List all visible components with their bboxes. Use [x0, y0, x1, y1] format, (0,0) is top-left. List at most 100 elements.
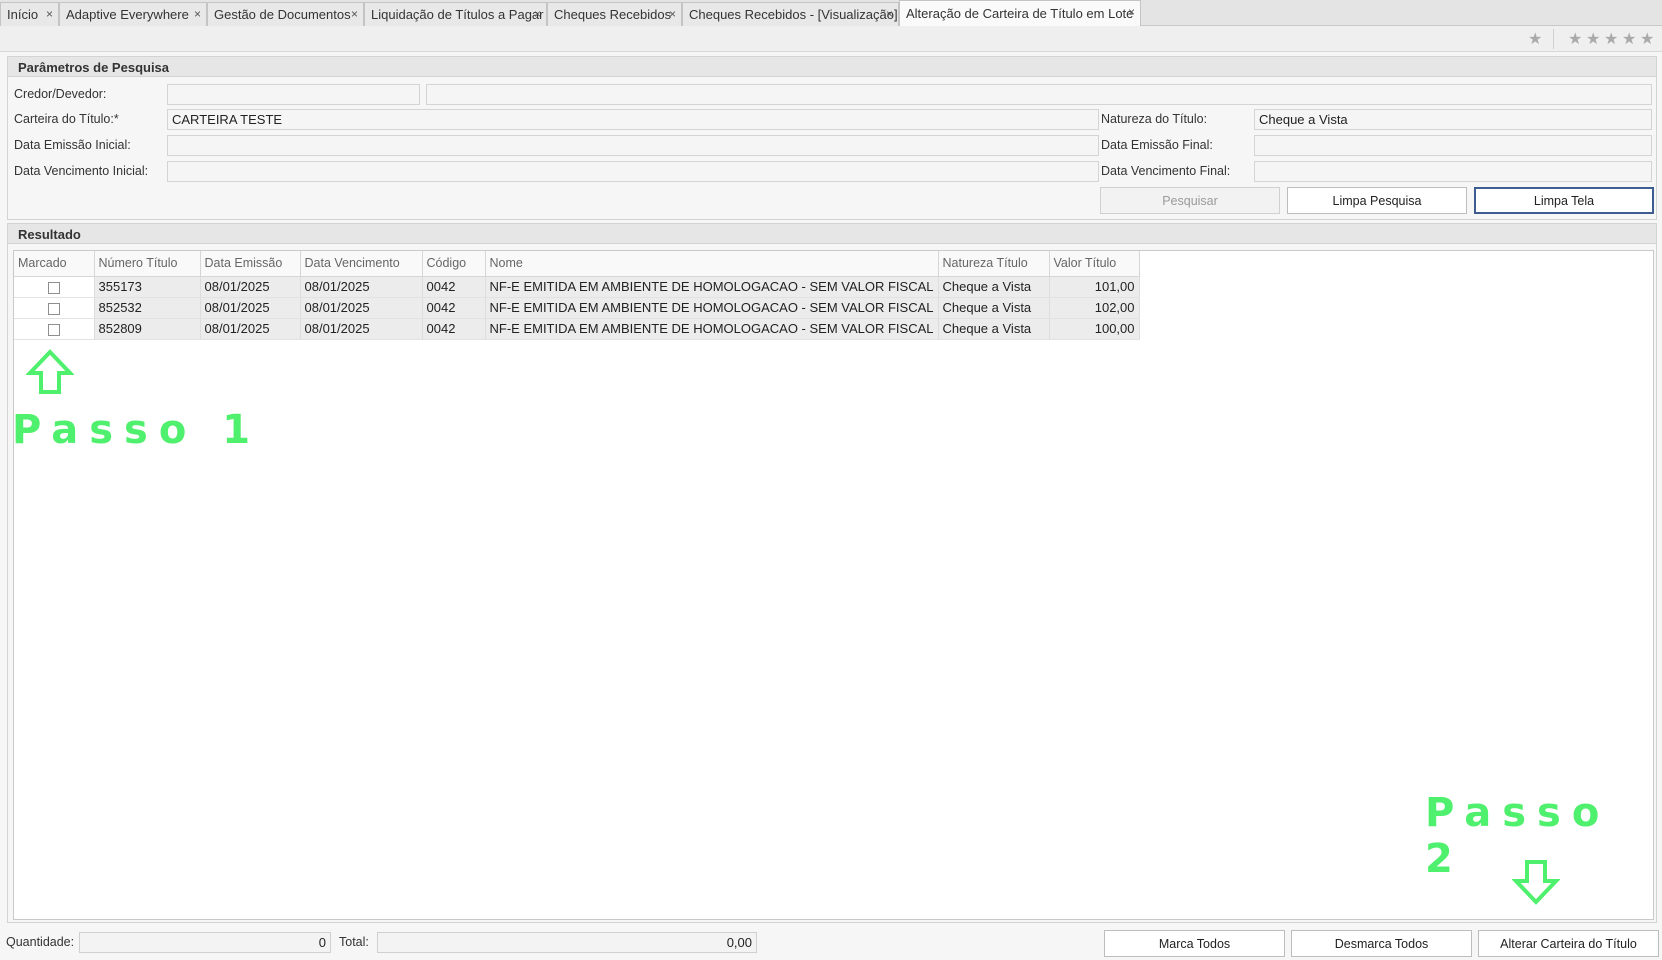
rating-star-icon[interactable]: ★	[1640, 29, 1654, 49]
row-checkbox[interactable]	[47, 323, 60, 336]
tab-label: Cheques Recebidos - [Visualização]	[689, 7, 898, 22]
carteira-field[interactable]: CARTEIRA TESTE	[167, 109, 1099, 130]
rating-star-icon[interactable]: ★	[1604, 29, 1618, 49]
quantidade-field: 0	[79, 932, 331, 953]
emissao-cell: 08/01/2025	[200, 276, 301, 298]
vencimento-inicial-field[interactable]	[167, 161, 1099, 182]
numero-cell: 852809	[94, 318, 201, 340]
tab-cheques-recebidos[interactable]: Cheques Recebidos ×	[547, 2, 682, 26]
close-icon[interactable]: ×	[886, 7, 893, 21]
natureza-field[interactable]: Cheque a Vista	[1254, 109, 1652, 130]
credor-label: Credor/Devedor:	[14, 87, 107, 101]
table-header-row: Marcado Número Título Data Emissão Data …	[14, 251, 1140, 277]
tab-label: Gestão de Documentos	[214, 7, 351, 22]
natureza-label: Natureza do Título:	[1101, 112, 1208, 126]
col-numero-titulo[interactable]: Número Título	[94, 251, 201, 277]
search-panel-title: Parâmetros de Pesquisa	[8, 57, 1656, 77]
nome-cell: NF-E EMITIDA EM AMBIENTE DE HOMOLOGACAO …	[485, 318, 939, 340]
result-grid[interactable]: Marcado Número Título Data Emissão Data …	[13, 250, 1654, 920]
rating-star-icon[interactable]: ★	[1622, 29, 1636, 49]
tab-alteracao-carteira[interactable]: Alteração de Carteira de Título em Lote …	[899, 0, 1141, 26]
marca-todos-button[interactable]: Marca Todos	[1104, 930, 1285, 957]
emissao-final-label: Data Emissão Final:	[1101, 138, 1213, 152]
numero-cell: 852532	[94, 297, 201, 319]
tab-label: Início	[7, 7, 39, 22]
vencimento-cell: 08/01/2025	[300, 297, 423, 319]
nome-cell: NF-E EMITIDA EM AMBIENTE DE HOMOLOGACAO …	[485, 276, 939, 298]
vencimento-inicial-label: Data Vencimento Inicial:	[14, 164, 149, 178]
limpa-pesquisa-button[interactable]: Limpa Pesquisa	[1287, 187, 1467, 214]
emissao-cell: 08/01/2025	[200, 318, 301, 340]
tab-adaptive-everywhere[interactable]: Adaptive Everywhere ×	[59, 2, 207, 26]
credor-name-field[interactable]	[426, 84, 1652, 105]
arrow-up-icon	[26, 349, 74, 394]
codigo-cell: 0042	[422, 276, 486, 298]
total-label: Total:	[339, 935, 369, 949]
table-row[interactable]: 355173 08/01/2025 08/01/2025 0042 NF-E E…	[14, 276, 1140, 298]
result-table: Marcado Número Título Data Emissão Data …	[14, 251, 1140, 340]
passo-1-annotation: Passo 1	[12, 407, 262, 453]
close-icon[interactable]: ×	[194, 7, 201, 21]
col-data-vencimento[interactable]: Data Vencimento	[300, 251, 423, 277]
row-checkbox[interactable]	[47, 281, 60, 294]
alterar-carteira-button[interactable]: Alterar Carteira do Título	[1478, 930, 1659, 957]
vencimento-final-field[interactable]	[1254, 161, 1652, 182]
natureza-cell: Cheque a Vista	[938, 276, 1050, 298]
tab-bar: Início × Adaptive Everywhere × Gestão de…	[0, 0, 1662, 26]
tab-label: Cheques Recebidos	[554, 7, 672, 22]
col-nome[interactable]: Nome	[485, 251, 939, 277]
pesquisar-button[interactable]: Pesquisar	[1100, 187, 1280, 214]
col-codigo[interactable]: Código	[422, 251, 486, 277]
valor-cell: 102,00	[1049, 297, 1140, 319]
rating-star-icon[interactable]: ★	[1586, 29, 1600, 49]
tab-inicio[interactable]: Início ×	[0, 2, 59, 26]
carteira-label: Carteira do Título:*	[14, 112, 119, 126]
table-row[interactable]: 852809 08/01/2025 08/01/2025 0042 NF-E E…	[14, 318, 1140, 340]
emissao-inicial-field[interactable]	[167, 135, 1099, 156]
tab-label: Liquidação de Títulos a Pagar	[371, 7, 544, 22]
close-icon[interactable]: ×	[534, 7, 541, 21]
rating-star-icon[interactable]: ★	[1568, 29, 1582, 49]
result-panel-title: Resultado	[8, 224, 1656, 244]
close-icon[interactable]: ×	[1128, 5, 1135, 19]
marcado-cell[interactable]	[14, 297, 95, 319]
row-checkbox[interactable]	[47, 302, 60, 315]
numero-cell: 355173	[94, 276, 201, 298]
vencimento-final-label: Data Vencimento Final:	[1101, 164, 1231, 178]
tab-cheques-recebidos-visualizacao[interactable]: Cheques Recebidos - [Visualização] ×	[682, 2, 899, 26]
favorite-star-icon[interactable]: ★	[1528, 29, 1542, 49]
marcado-cell[interactable]	[14, 276, 95, 298]
toolbar-divider	[1553, 29, 1554, 49]
natureza-cell: Cheque a Vista	[938, 297, 1050, 319]
limpa-tela-button[interactable]: Limpa Tela	[1474, 187, 1654, 214]
col-natureza-titulo[interactable]: Natureza Título	[938, 251, 1050, 277]
vencimento-cell: 08/01/2025	[300, 276, 423, 298]
natureza-cell: Cheque a Vista	[938, 318, 1050, 340]
close-icon[interactable]: ×	[669, 7, 676, 21]
table-row[interactable]: 852532 08/01/2025 08/01/2025 0042 NF-E E…	[14, 297, 1140, 319]
tab-liquidacao-titulos[interactable]: Liquidação de Títulos a Pagar ×	[364, 2, 547, 26]
nome-cell: NF-E EMITIDA EM AMBIENTE DE HOMOLOGACAO …	[485, 297, 939, 319]
arrow-down-icon	[1512, 860, 1560, 905]
emissao-cell: 08/01/2025	[200, 297, 301, 319]
toolbar-strip: ★ ★ ★ ★ ★ ★	[0, 26, 1662, 52]
valor-cell: 101,00	[1049, 276, 1140, 298]
col-marcado[interactable]: Marcado	[14, 251, 95, 277]
credor-code-field[interactable]	[167, 84, 420, 105]
quantidade-label: Quantidade:	[6, 935, 75, 949]
total-field: 0,00	[377, 932, 757, 953]
col-valor-titulo[interactable]: Valor Título	[1049, 251, 1140, 277]
vencimento-cell: 08/01/2025	[300, 318, 423, 340]
tab-label: Adaptive Everywhere	[66, 7, 189, 22]
marcado-cell[interactable]	[14, 318, 95, 340]
codigo-cell: 0042	[422, 297, 486, 319]
close-icon[interactable]: ×	[46, 7, 53, 21]
close-icon[interactable]: ×	[351, 7, 358, 21]
codigo-cell: 0042	[422, 318, 486, 340]
desmarca-todos-button[interactable]: Desmarca Todos	[1291, 930, 1472, 957]
emissao-final-field[interactable]	[1254, 135, 1652, 156]
tab-label: Alteração de Carteira de Título em Lote	[906, 6, 1134, 21]
col-data-emissao[interactable]: Data Emissão	[200, 251, 301, 277]
tab-gestao-documentos[interactable]: Gestão de Documentos ×	[207, 2, 364, 26]
emissao-inicial-label: Data Emissão Inicial:	[14, 138, 131, 152]
